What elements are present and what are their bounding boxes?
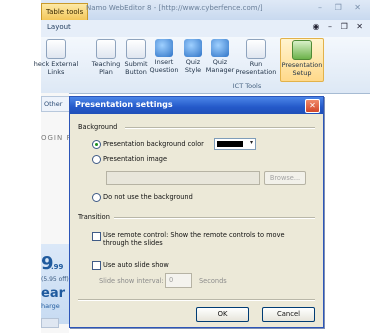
presentation-setup-button[interactable]: Presentation Setup bbox=[280, 38, 324, 82]
quiz-style-icon bbox=[184, 39, 202, 57]
check-external-links-button[interactable]: heck External Links bbox=[33, 39, 79, 76]
radio-background-image[interactable] bbox=[92, 155, 101, 164]
close-icon[interactable]: ✕ bbox=[305, 99, 320, 113]
teaching-plan-button[interactable]: Teaching Plan bbox=[91, 39, 121, 76]
radio-background-color[interactable] bbox=[92, 140, 101, 149]
auto-slide-label: Use auto slide show bbox=[103, 261, 169, 269]
transition-section-label: Transition bbox=[78, 213, 110, 221]
ribbon-group-label: ICT Tools bbox=[232, 82, 262, 90]
quiz-manager-icon bbox=[211, 39, 229, 57]
window-title: Namo WebEditor 8 - [http://www.cyberfenc… bbox=[86, 4, 263, 12]
context-tab-table-tools[interactable]: Table tools bbox=[41, 3, 89, 21]
submit-button-icon bbox=[126, 39, 146, 59]
presentation-settings-dialog: Presentation settings ✕ Background Prese… bbox=[69, 96, 324, 328]
presentation-screen-icon bbox=[246, 39, 266, 59]
run-presentation-button[interactable]: Run Presentation bbox=[235, 39, 277, 76]
radio-no-background[interactable] bbox=[92, 193, 101, 202]
checkbox-auto-slide-show[interactable] bbox=[92, 261, 101, 270]
teaching-plan-icon bbox=[96, 39, 116, 59]
price-period: ear bbox=[41, 286, 66, 301]
background-section-label: Background bbox=[78, 123, 118, 131]
window-controls[interactable]: – ❐ ✕ bbox=[318, 3, 366, 12]
background-color-label: Presentation background color bbox=[103, 140, 204, 148]
price-charge: harge bbox=[41, 302, 60, 310]
remote-control-label: Use remote control: Show the remote cont… bbox=[103, 231, 285, 247]
horizontal-scrollbar[interactable] bbox=[41, 318, 59, 328]
interval-label: Slide show interval: bbox=[99, 277, 164, 285]
presentation-setup-icon bbox=[292, 40, 312, 60]
color-swatch bbox=[217, 141, 243, 147]
button-label: Submit Button bbox=[124, 60, 148, 76]
no-background-label: Do not use the background bbox=[103, 193, 193, 201]
page-login-text: OGIN R bbox=[41, 134, 73, 142]
quiz-style-button[interactable]: Quiz Style bbox=[179, 39, 207, 74]
button-label: Presentation Setup bbox=[281, 61, 323, 77]
dialog-title: Presentation settings bbox=[75, 100, 173, 109]
background-image-label: Presentation image bbox=[103, 155, 168, 163]
section-divider bbox=[125, 127, 315, 129]
price-cents: .99 bbox=[51, 263, 64, 271]
ribbon: heck External Links Teaching Plan Submit… bbox=[34, 37, 370, 94]
section-divider bbox=[78, 299, 315, 301]
color-picker-dropdown[interactable]: ▾ bbox=[214, 138, 256, 150]
browse-button[interactable]: Browse... bbox=[264, 171, 306, 185]
ribbon-window-controls[interactable]: ◉ – ❐ ✕ bbox=[313, 22, 366, 31]
dialog-title-bar[interactable]: Presentation settings ✕ bbox=[70, 97, 323, 114]
question-bubble-icon bbox=[155, 39, 173, 57]
insert-question-button[interactable]: Insert Question bbox=[148, 39, 180, 74]
interval-input[interactable]: 0 bbox=[165, 273, 192, 288]
checkbox-remote-control[interactable] bbox=[92, 232, 101, 241]
document-tab-other[interactable]: Other bbox=[41, 96, 71, 112]
chevron-down-icon: ▾ bbox=[249, 139, 253, 146]
price-discount: (5.95 off) bbox=[41, 276, 69, 283]
link-check-icon bbox=[46, 39, 66, 59]
image-path-input[interactable] bbox=[106, 171, 260, 185]
button-label: Insert Question bbox=[149, 58, 179, 74]
tab-layout[interactable]: Layout bbox=[47, 23, 71, 31]
cancel-button[interactable]: Cancel bbox=[262, 307, 315, 322]
button-label: Quiz Style bbox=[184, 58, 202, 74]
section-divider bbox=[114, 217, 315, 219]
button-label: heck External Links bbox=[33, 60, 79, 76]
ok-button[interactable]: OK bbox=[196, 307, 249, 322]
title-bar: Table tools Namo WebEditor 8 - [http://w… bbox=[41, 0, 370, 21]
button-label: Quiz Manager bbox=[205, 58, 235, 74]
button-label: Teaching Plan bbox=[91, 60, 121, 76]
submit-button-button[interactable]: Submit Button bbox=[121, 39, 151, 76]
ribbon-tab-row: Layout ◉ – ❐ ✕ bbox=[41, 20, 370, 38]
button-label: Run Presentation bbox=[235, 60, 277, 76]
interval-unit-label: Seconds bbox=[199, 277, 227, 285]
quiz-manager-button[interactable]: Quiz Manager bbox=[205, 39, 235, 74]
